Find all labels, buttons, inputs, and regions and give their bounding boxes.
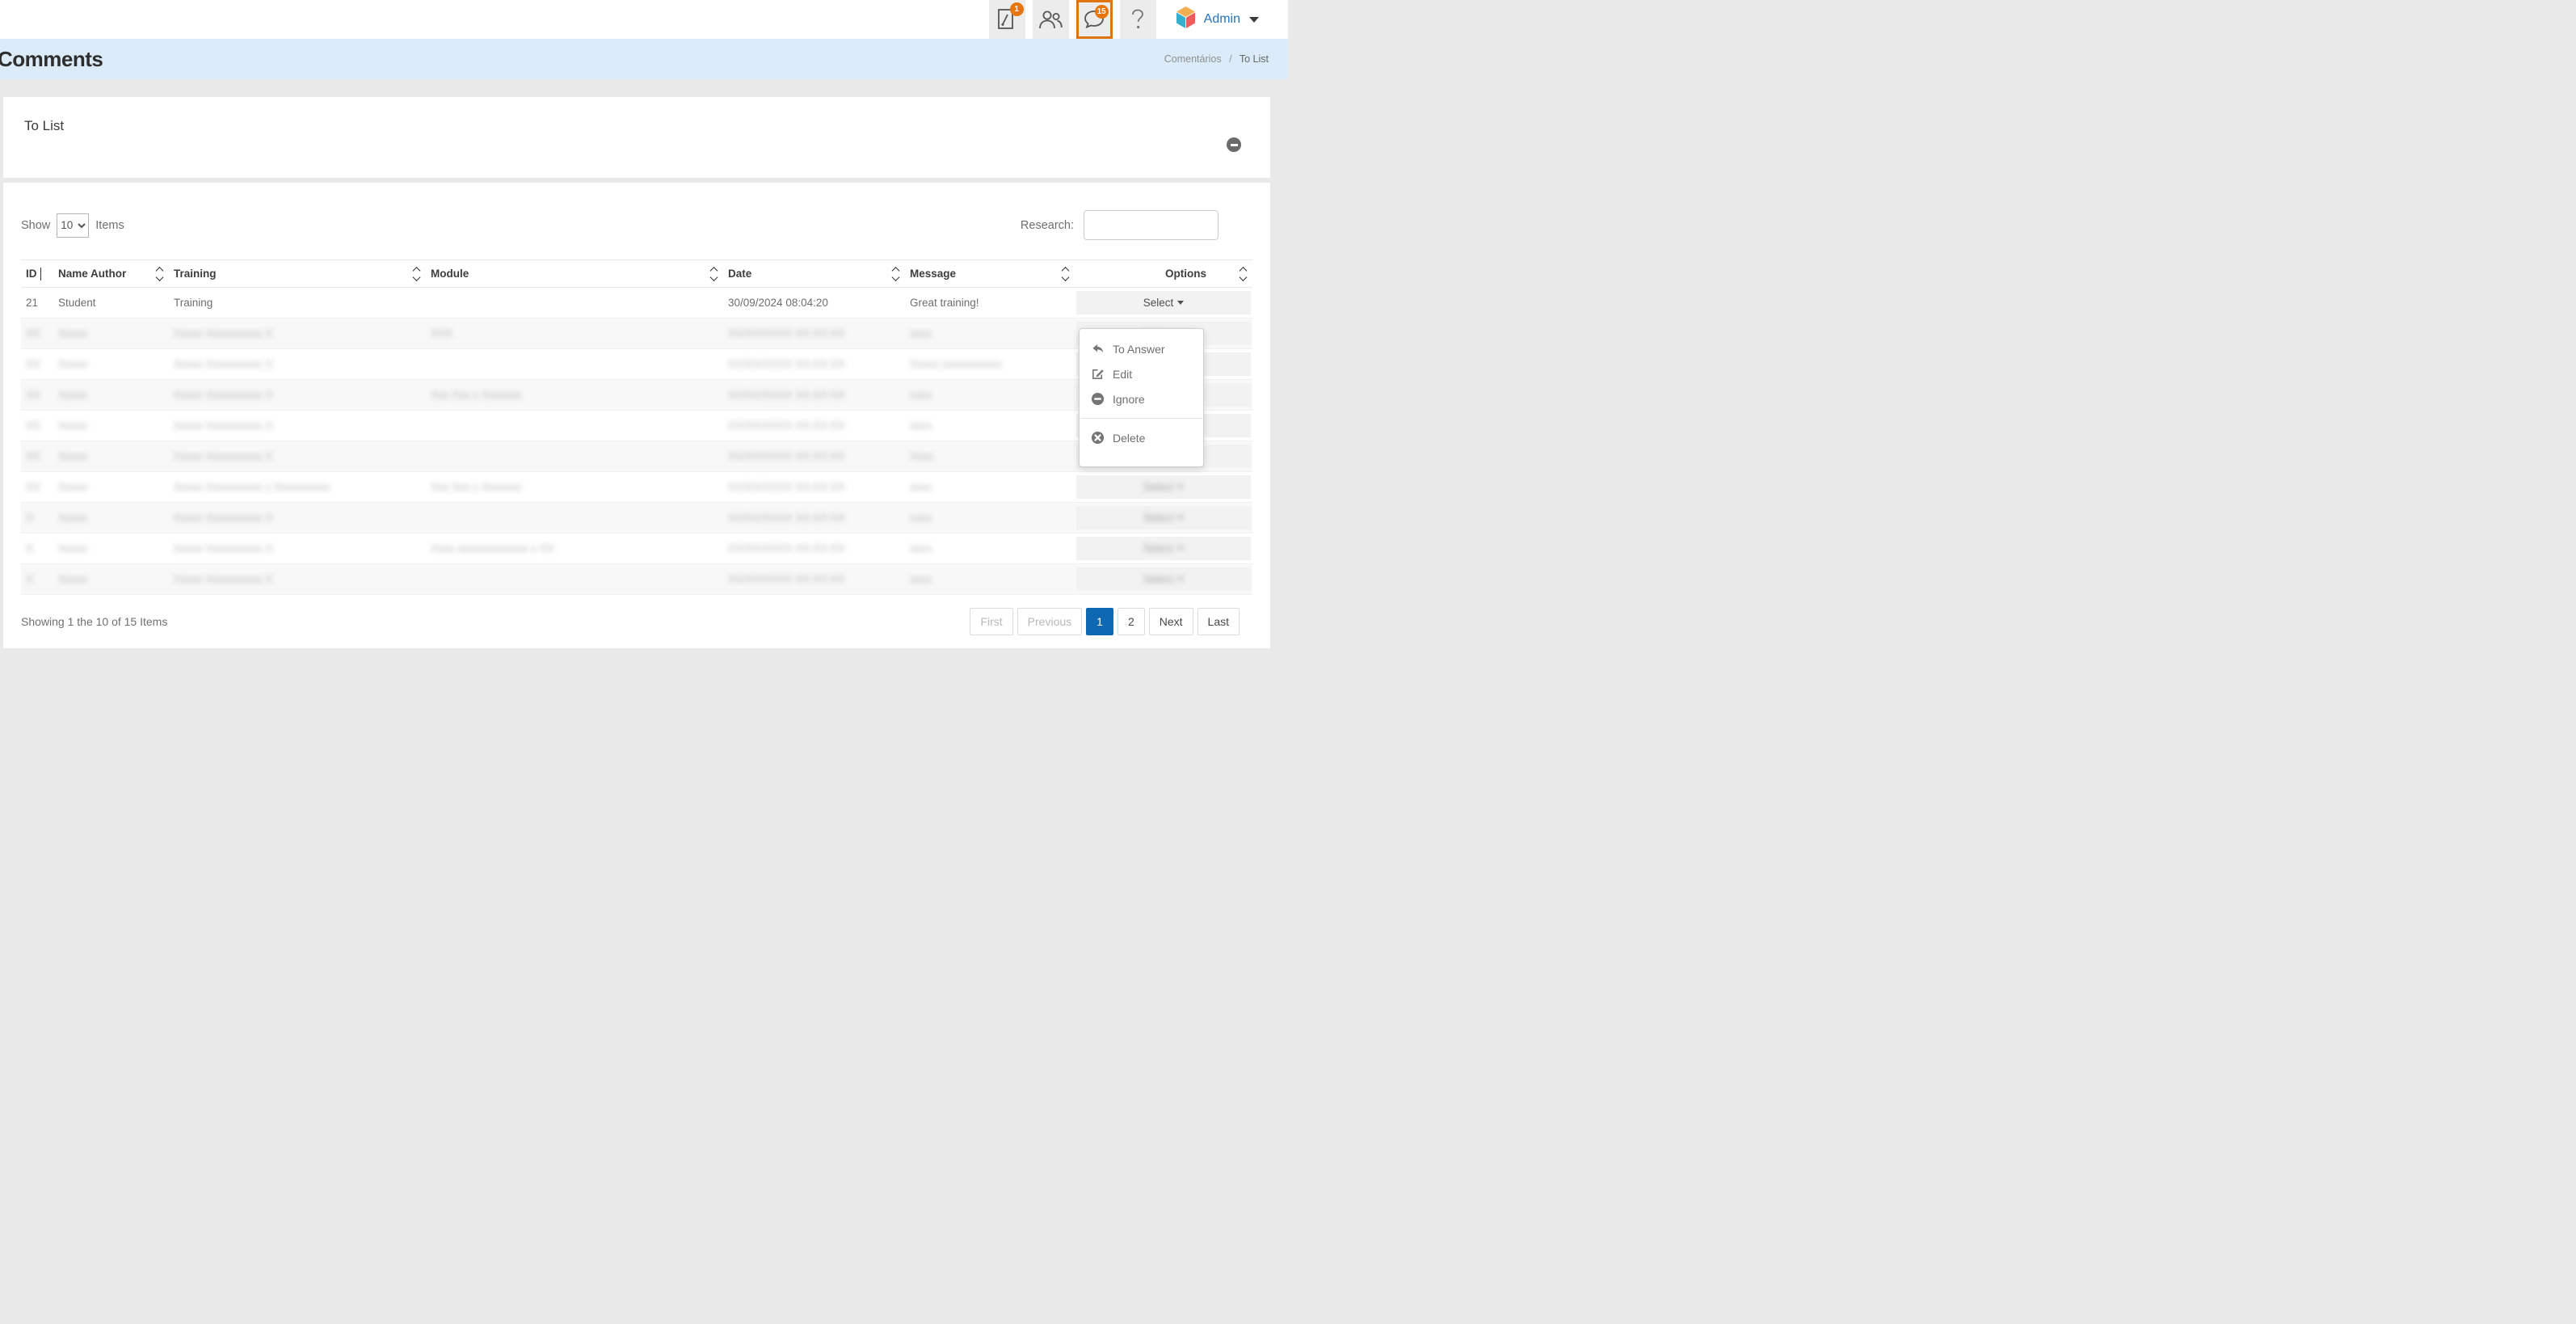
sort-icon (1240, 268, 1246, 280)
search-label: Research: (1021, 219, 1074, 232)
admin-menu[interactable]: Admin (1175, 0, 1259, 39)
results-summary: Showing 1 the 10 of 15 Items (21, 615, 167, 628)
menu-item-edit[interactable]: Edit (1080, 361, 1203, 386)
column-header-training[interactable]: Training (169, 260, 426, 288)
help-icon (1130, 8, 1145, 31)
breadcrumb-parent[interactable]: Comentários (1164, 53, 1222, 65)
page-title: Comments (0, 47, 103, 72)
pagination-first-button[interactable]: First (970, 608, 1012, 635)
table-row: 21 Student Training 30/09/2024 08:04:20 … (21, 288, 1252, 318)
table-row: X Xxxxx Xxxxx Xxxxxxxxxx X Xxxx xxxxxxxx… (21, 533, 1252, 564)
pagination-page-2-button[interactable]: 2 (1118, 608, 1145, 635)
menu-item-to-answer[interactable]: To Answer (1080, 336, 1203, 361)
table-row: X Xxxxx Xxxxx Xxxxxxxxxx X XX/XX/XXXX XX… (21, 503, 1252, 533)
caret-down-icon (1177, 301, 1184, 305)
menu-divider (1080, 418, 1202, 419)
app-logo-cube-icon (1175, 6, 1197, 33)
sort-icon (893, 268, 899, 280)
table-row: XX Xxxxx Xxxxx Xxxxxxxxxx x Xxxxxxxxxx X… (21, 472, 1252, 503)
table-row: XX Xxxxx Xxxxx Xxxxxxxxxx X XX/XX/XXXX X… (21, 441, 1252, 472)
ignore-icon (1091, 392, 1105, 406)
pagination-last-button[interactable]: Last (1198, 608, 1240, 635)
table-row: XX Xxxxx Xxxxx Xxxxxxxxxx X XXX XX/XX/XX… (21, 318, 1252, 349)
breadcrumb-current: To List (1240, 53, 1269, 65)
edit-document-button[interactable]: 1 (989, 0, 1025, 39)
sort-icon (711, 268, 717, 280)
table-row: XX Xxxxx Xxxxx Xxxxxxxxxx X XX/XX/XXXX X… (21, 349, 1252, 380)
pagination: First Previous 1 2 Next Last (970, 608, 1240, 635)
table-row: XX Xxxxx Xxxxx Xxxxxxxxxx X XX/XX/XXXX X… (21, 411, 1252, 441)
caret-down-icon (1177, 516, 1184, 520)
users-button[interactable] (1033, 0, 1069, 39)
options-dropdown-menu: To Answer Edit Ignore (1079, 328, 1204, 467)
row-select-button[interactable]: Select (1076, 475, 1251, 499)
table-row: X Xxxxx Xxxxx Xxxxxxxxxx X XX/XX/XXXX XX… (21, 564, 1252, 595)
sort-icon (414, 268, 419, 280)
pagination-next-button[interactable]: Next (1149, 608, 1193, 635)
items-per-page-select[interactable]: 10 (57, 213, 89, 238)
comments-table: ID Name Author Training Module Date (21, 259, 1252, 595)
row-select-button[interactable]: Select (1076, 567, 1251, 591)
row-select-button[interactable]: Select (1076, 537, 1251, 560)
edit-icon (1091, 367, 1105, 381)
caret-down-icon (1177, 577, 1184, 581)
table-toolbar: Show 10 Items Research: (21, 210, 1252, 240)
table-footer: Showing 1 the 10 of 15 Items First Previ… (21, 608, 1252, 635)
chevron-down-icon (1249, 17, 1259, 23)
collapse-panel-button[interactable] (1227, 137, 1241, 152)
row-select-button[interactable]: Select (1076, 506, 1251, 529)
help-button[interactable] (1120, 0, 1156, 39)
pagination-previous-button[interactable]: Previous (1017, 608, 1082, 635)
show-label: Show (21, 219, 50, 232)
caret-down-icon (1177, 485, 1184, 489)
users-icon (1038, 9, 1063, 30)
top-header: 1 15 (0, 0, 1288, 39)
comments-button[interactable]: 15 (1076, 0, 1113, 39)
column-header-date[interactable]: Date (723, 260, 905, 288)
sort-icon (157, 268, 162, 280)
panel-body: Show 10 Items Research: ID Name Author (3, 183, 1270, 648)
breadcrumb-separator: / (1229, 53, 1231, 65)
row-select-button[interactable]: Select (1076, 291, 1251, 314)
column-header-author[interactable]: Name Author (53, 260, 169, 288)
items-label: Items (95, 219, 124, 232)
menu-item-delete[interactable]: Delete (1080, 425, 1203, 450)
table-row: XX Xxxxx Xxxxx Xxxxxxxxxx X Xxx Xxx x Xx… (21, 380, 1252, 411)
sort-icon (1063, 268, 1068, 280)
edit-document-badge: 1 (1010, 2, 1024, 16)
caret-down-icon (1177, 546, 1184, 550)
search-control: Research: (1021, 210, 1219, 240)
delete-icon (1091, 431, 1105, 445)
comments-badge: 15 (1095, 5, 1109, 19)
sort-desc-icon (40, 268, 41, 280)
panel-header: To List (3, 97, 1270, 178)
search-input[interactable] (1084, 210, 1219, 240)
reply-icon (1091, 342, 1105, 356)
table-header-row: ID Name Author Training Module Date (21, 260, 1252, 288)
menu-item-ignore[interactable]: Ignore (1080, 386, 1203, 411)
pagination-page-1-button[interactable]: 1 (1086, 608, 1113, 635)
breadcrumb: Comentários / To List (1164, 53, 1269, 65)
show-items-control: Show 10 Items (21, 213, 124, 238)
column-header-message[interactable]: Message (905, 260, 1075, 288)
panel-title: To List (24, 118, 1249, 134)
column-header-options[interactable]: Options (1075, 260, 1252, 288)
column-header-module[interactable]: Module (426, 260, 723, 288)
admin-label: Admin (1204, 12, 1240, 27)
page-title-band: Comments Comentários / To List (0, 39, 1288, 79)
column-header-id[interactable]: ID (21, 260, 53, 288)
